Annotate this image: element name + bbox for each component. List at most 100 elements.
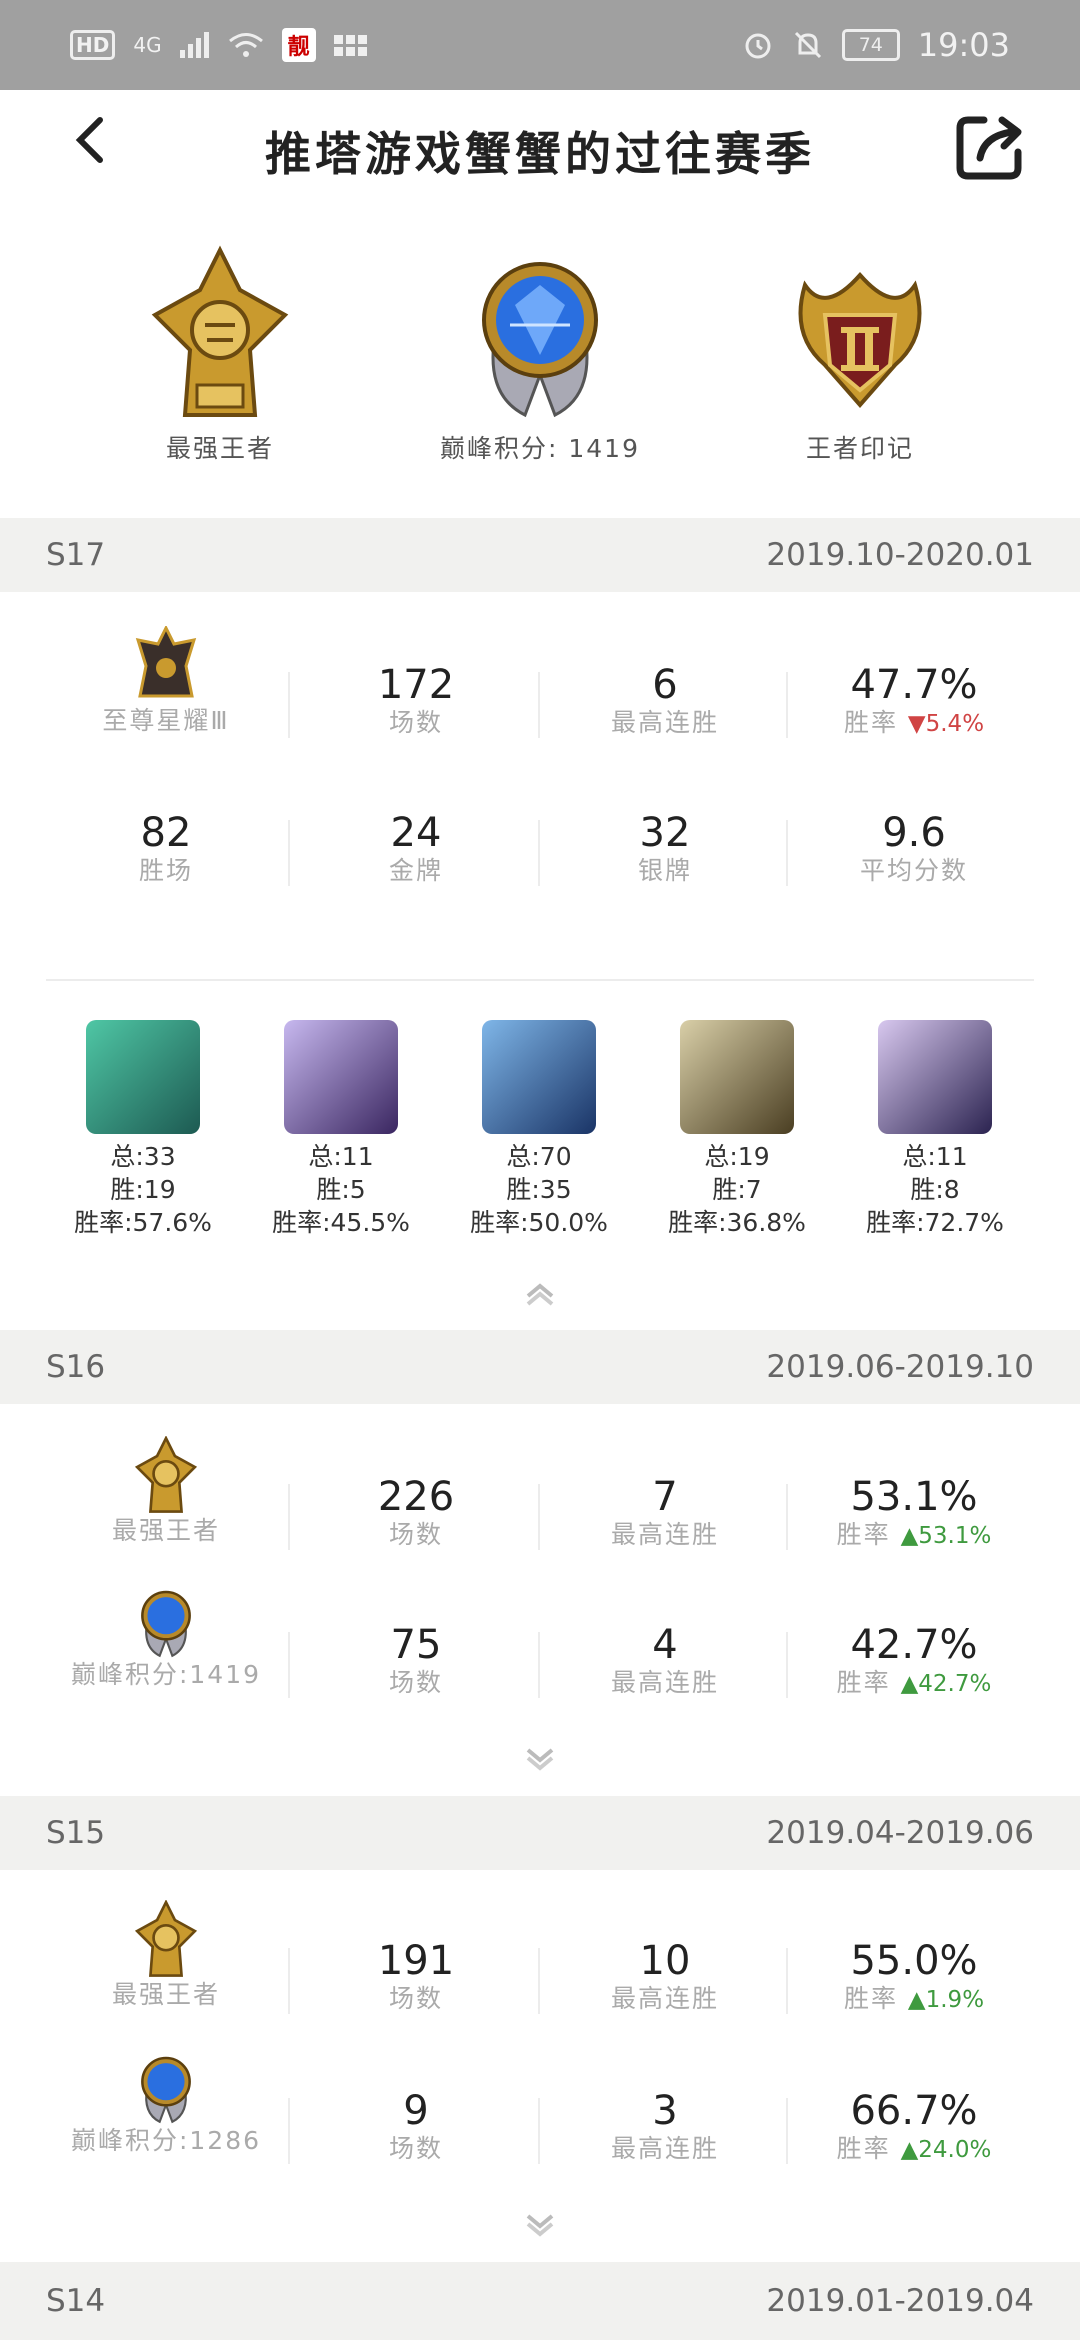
winrate-label: 胜率 xyxy=(843,1984,898,2013)
divider xyxy=(538,672,540,738)
divider xyxy=(786,672,788,738)
hero-card[interactable]: 总:19 胜:7 胜率:36.8% xyxy=(637,1020,837,1239)
hd-indicator: HD xyxy=(70,30,116,60)
peak-orb-icon xyxy=(141,1590,191,1658)
rank-cell: 最强王者 xyxy=(42,1436,290,1546)
expand-chevron-down-icon[interactable] xyxy=(522,1748,558,1772)
peak-orb-icon xyxy=(482,262,598,418)
season-header-s16[interactable]: S16 2019.06-2019.10 xyxy=(0,1330,1080,1404)
stat-value: 82 xyxy=(140,810,192,856)
season-range: 2019.10-2020.01 xyxy=(766,537,1034,573)
winrate-value: 66.7% xyxy=(850,2088,978,2134)
games-stat: 172 场数 xyxy=(292,662,540,738)
winrate-value: 53.1% xyxy=(850,1474,978,1520)
stat-label: 银牌 xyxy=(637,856,692,885)
hero-card[interactable]: 总:70 胜:35 胜率:50.0% xyxy=(439,1020,639,1239)
hero-card[interactable]: 总:11 胜:8 胜率:72.7% xyxy=(835,1020,1035,1239)
hero-wins: 胜:8 xyxy=(910,1175,960,1204)
collapse-chevron-up-icon[interactable] xyxy=(522,1282,558,1306)
hero-total: 总:11 xyxy=(308,1142,374,1171)
games-stat: 75 场数 xyxy=(292,1622,540,1698)
hero-card[interactable]: 总:33 胜:19 胜率:57.6% xyxy=(43,1020,243,1239)
badge-strongest-king[interactable]: 最强王者 xyxy=(90,245,350,465)
streak-label: 最高连胜 xyxy=(610,2134,719,2163)
expand-chevron-down-icon[interactable] xyxy=(522,2214,558,2238)
winrate-label: 胜率 xyxy=(836,1520,891,1549)
season-name: S17 xyxy=(46,537,106,573)
rank-cell: 巅峰积分:1419 xyxy=(42,1584,290,1690)
clock-time: 19:03 xyxy=(917,26,1010,64)
streak-label: 最高连胜 xyxy=(610,708,719,737)
wins-stat: 82 胜场 xyxy=(42,810,290,886)
season-header-s15[interactable]: S15 2019.04-2019.06 xyxy=(0,1796,1080,1870)
winrate-stat: 42.7% 胜率 ▲42.7% xyxy=(790,1622,1038,1699)
divider xyxy=(786,1632,788,1698)
hero-card[interactable]: 总:11 胜:5 胜率:45.5% xyxy=(241,1020,441,1239)
streak-stat: 3 最高连胜 xyxy=(541,2088,789,2164)
hero-wins: 胜:5 xyxy=(316,1175,366,1204)
app-notification-icon: 靓 xyxy=(281,28,316,62)
badge-peak-score[interactable]: 巅峰积分: 1419 xyxy=(410,245,670,465)
badge-label: 王者印记 xyxy=(805,434,914,463)
streak-value: 3 xyxy=(652,2088,678,2134)
king-mark-icon xyxy=(798,271,922,409)
season-range: 2019.04-2019.06 xyxy=(766,1815,1034,1851)
wifi-icon xyxy=(228,33,263,57)
stat-label: 金牌 xyxy=(388,856,443,885)
games-value: 75 xyxy=(390,1622,442,1668)
divider xyxy=(288,672,290,738)
hero-total: 总:70 xyxy=(506,1142,572,1171)
season-header-s14[interactable]: S14 2019.01-2019.04 xyxy=(0,2262,1080,2340)
games-value: 226 xyxy=(377,1474,455,1520)
achievement-badges: 最强王者 巅峰积分: 1419 王者印记 xyxy=(0,245,1080,475)
rank-label: 巅峰积分:1286 xyxy=(70,2126,262,2155)
rank-label: 巅峰积分:1419 xyxy=(70,1660,262,1689)
rank-cell: 至尊星耀Ⅲ xyxy=(42,626,290,736)
mute-bell-icon xyxy=(794,31,821,59)
winrate-label: 胜率 xyxy=(836,2134,891,2163)
badge-king-mark[interactable]: 王者印记 xyxy=(730,245,990,465)
winrate-value: 42.7% xyxy=(850,1622,978,1668)
winrate-value: 55.0% xyxy=(850,1938,978,1984)
star-glory-rank-icon xyxy=(135,626,197,698)
hero-wins: 胜:19 xyxy=(110,1175,176,1204)
winrate-delta: ▲24.0% xyxy=(900,2137,992,2163)
gold-medals-stat: 24 金牌 xyxy=(292,810,540,886)
winrate-label: 胜率 xyxy=(836,1668,891,1697)
avg-score-stat: 9.6 平均分数 xyxy=(790,810,1038,886)
hero-wins: 胜:7 xyxy=(712,1175,762,1204)
season-header-s17[interactable]: S17 2019.10-2020.01 xyxy=(0,518,1080,592)
streak-stat: 4 最高连胜 xyxy=(541,1622,789,1698)
games-label: 场数 xyxy=(388,2134,443,2163)
divider xyxy=(786,1484,788,1550)
divider xyxy=(786,2098,788,2164)
winrate-delta: ▲42.7% xyxy=(900,1671,992,1697)
status-bar: HD 4G 靓 74 19:03 xyxy=(0,0,1080,90)
divider xyxy=(288,820,290,886)
hero-winrate: 胜率:45.5% xyxy=(272,1208,410,1237)
grid-notification-icon xyxy=(333,34,367,56)
divider xyxy=(786,820,788,886)
cell-bars-icon xyxy=(179,32,209,58)
season-name: S15 xyxy=(46,1815,106,1851)
rank-cell: 最强王者 xyxy=(42,1900,290,2010)
stat-value: 9.6 xyxy=(882,810,946,856)
games-label: 场数 xyxy=(388,1668,443,1697)
winrate-delta: ▼5.4% xyxy=(907,711,985,737)
rank-label: 最强王者 xyxy=(111,1516,220,1545)
winrate-stat: 53.1% 胜率 ▲53.1% xyxy=(790,1474,1038,1551)
rank-label: 至尊星耀Ⅲ xyxy=(102,706,230,735)
winrate-label-row: 胜率 ▲1.9% xyxy=(790,1984,1038,2015)
hero-portrait xyxy=(482,1020,596,1134)
hero-winrate: 胜率:57.6% xyxy=(74,1208,212,1237)
streak-stat: 7 最高连胜 xyxy=(541,1474,789,1550)
season-range: 2019.06-2019.10 xyxy=(766,1349,1034,1385)
silver-medals-stat: 32 银牌 xyxy=(541,810,789,886)
streak-label: 最高连胜 xyxy=(610,1668,719,1697)
winrate-stat: 55.0% 胜率 ▲1.9% xyxy=(790,1938,1038,2015)
games-value: 9 xyxy=(403,2088,429,2134)
season-name: S16 xyxy=(46,1349,106,1385)
share-button[interactable] xyxy=(954,108,1028,182)
winrate-label-row: 胜率 ▲24.0% xyxy=(790,2134,1038,2165)
streak-value: 10 xyxy=(639,1938,691,1984)
